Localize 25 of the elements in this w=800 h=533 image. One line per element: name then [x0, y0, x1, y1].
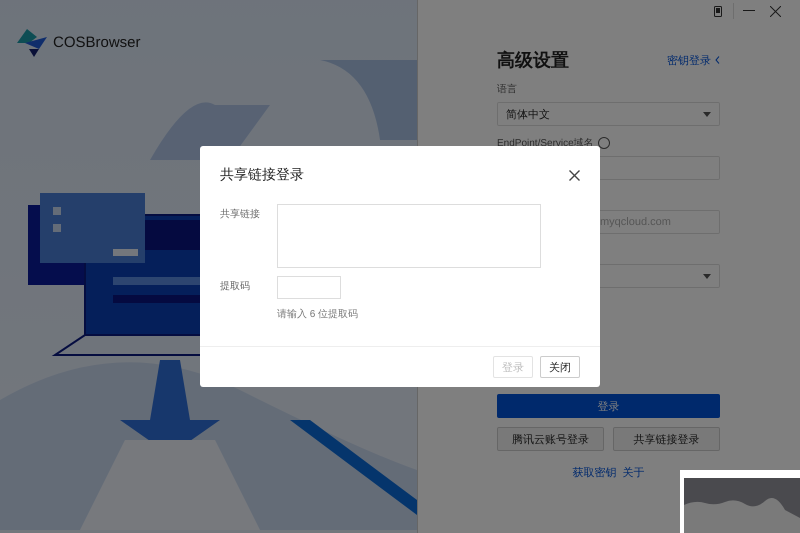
footer-link[interactable]: 获取密钥: [572, 465, 616, 480]
close-icon[interactable]: [569, 170, 580, 180]
share-link-field[interactable]: [277, 204, 541, 268]
login-option-button[interactable]: 腾讯云账号登录: [497, 427, 604, 451]
logo-icon: [17, 28, 47, 56]
login-option-button[interactable]: 共享链接登录: [613, 427, 720, 451]
dialog-title: 共享链接登录: [220, 166, 304, 184]
minimize-icon[interactable]: [743, 10, 755, 12]
phone-icon[interactable]: [714, 6, 722, 16]
dialog-button[interactable]: 关闭: [540, 356, 580, 378]
field-label: 语言: [497, 82, 517, 96]
settings-title: 高级设置: [497, 49, 569, 72]
code-field[interactable]: [277, 276, 341, 299]
close-icon[interactable]: [770, 6, 780, 16]
caret-icon: [703, 112, 711, 116]
dropdown[interactable]: 简体中文: [497, 102, 720, 126]
hint-text: 请输入 6 位提取码: [277, 308, 358, 321]
footer-link[interactable]: 关于: [622, 465, 644, 480]
login-button[interactable]: 登录: [497, 394, 720, 418]
key-login-link[interactable]: 密钥登录: [667, 52, 720, 68]
app-name: COSBrowser: [53, 34, 141, 51]
caret-icon: [703, 274, 711, 278]
field-label: 提取码: [220, 280, 251, 294]
field-label: 共享链接: [220, 208, 261, 222]
chevron-icon: [715, 56, 720, 64]
